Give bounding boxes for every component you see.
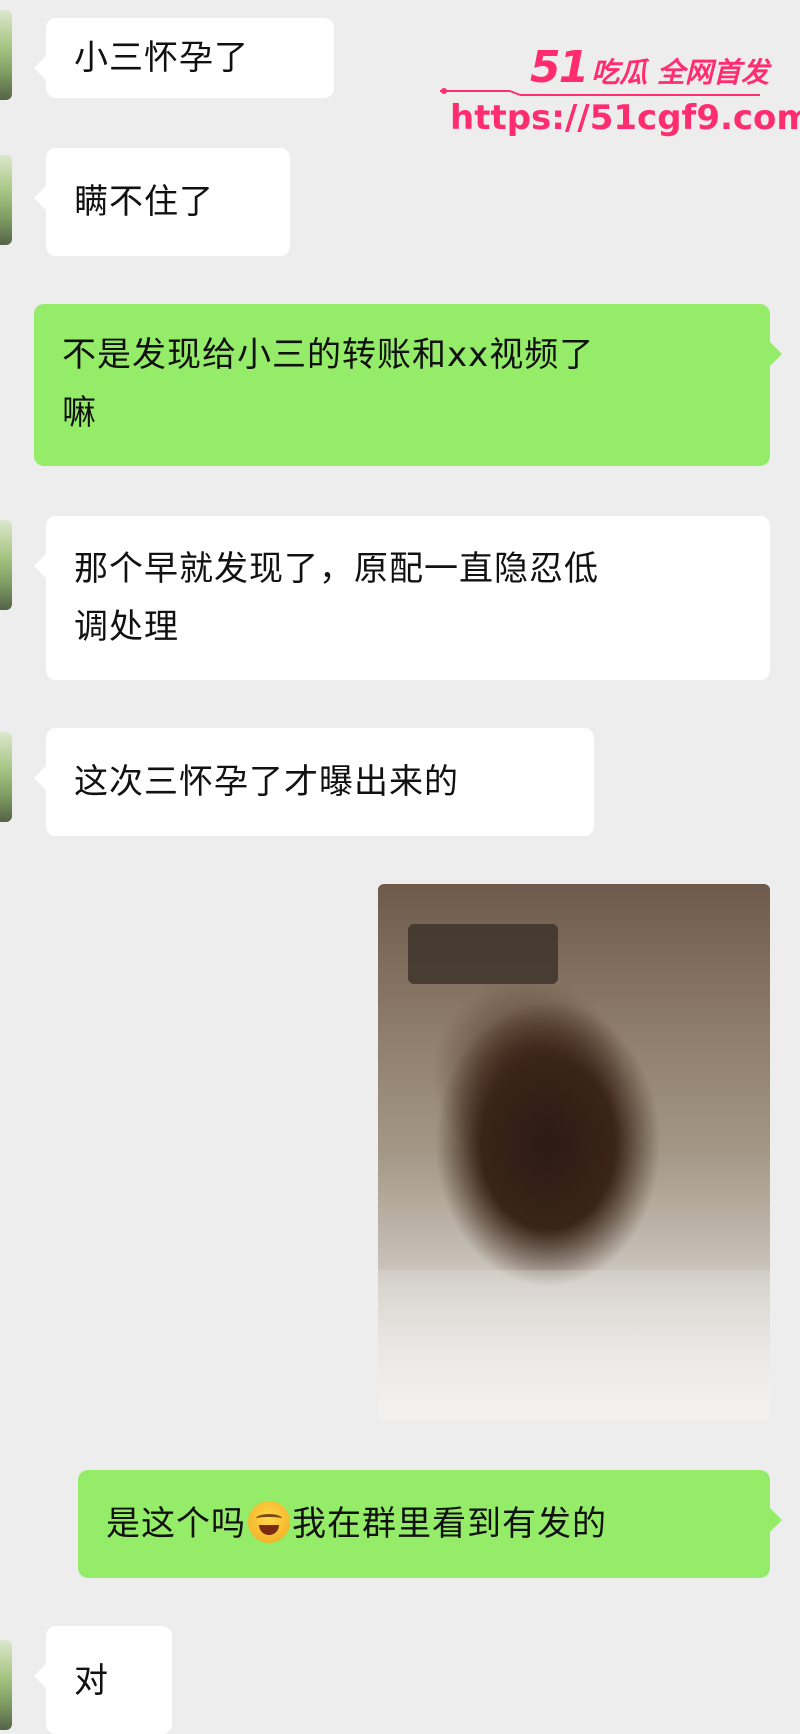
- message-text-line: 调处理: [74, 607, 179, 647]
- message-text: 是这个吗: [106, 1504, 246, 1544]
- avatar[interactable]: [0, 520, 12, 610]
- message-text: 对: [74, 1661, 109, 1701]
- watermark-circuit-line: [440, 88, 760, 96]
- message-bubble[interactable]: 对: [34, 1626, 172, 1734]
- image-detail-headboard: [408, 924, 558, 984]
- watermark: 51 吃瓜 全网首发 https://51cgf9.com: [440, 42, 800, 152]
- message-text: 瞒不住了: [74, 182, 214, 222]
- message-text-line: 不是发现给小三的转账和xx视频了: [62, 335, 595, 375]
- avatar[interactable]: [0, 1640, 12, 1730]
- message-bubble[interactable]: 这次三怀孕了才曝出来的: [34, 728, 594, 836]
- message-bubble[interactable]: 是这个吗 我在群里看到有发的: [78, 1470, 782, 1578]
- message-text: 这次三怀孕了才曝出来的: [74, 762, 459, 802]
- avatar[interactable]: [0, 732, 12, 822]
- message-text-line: 嘛: [62, 393, 97, 433]
- message-bubble[interactable]: 不是发现给小三的转账和xx视频了 嘛: [34, 304, 782, 466]
- message-text: 我在群里看到有发的: [292, 1504, 607, 1544]
- message-bubble[interactable]: 瞒不住了: [34, 148, 290, 256]
- watermark-brand-text: 吃瓜 全网首发: [591, 56, 769, 89]
- avatar[interactable]: [0, 10, 12, 100]
- message-bubble[interactable]: 小三怀孕了: [34, 18, 334, 98]
- image-detail-sheet: [378, 1270, 770, 1420]
- watermark-url: https://51cgf9.com: [450, 98, 800, 138]
- message-image[interactable]: [378, 884, 770, 1420]
- crying-face-icon: [248, 1501, 290, 1543]
- message-bubble[interactable]: 那个早就发现了，原配一直隐忍低 调处理: [34, 516, 770, 680]
- message-text: 小三怀孕了: [74, 38, 249, 78]
- message-text-line: 那个早就发现了，原配一直隐忍低: [74, 549, 599, 589]
- avatar[interactable]: [0, 155, 12, 245]
- chat-area: 小三怀孕了 瞒不住了 不是发现给小三的转账和xx视频了 嘛 那个早就发现了，原配…: [0, 0, 800, 1734]
